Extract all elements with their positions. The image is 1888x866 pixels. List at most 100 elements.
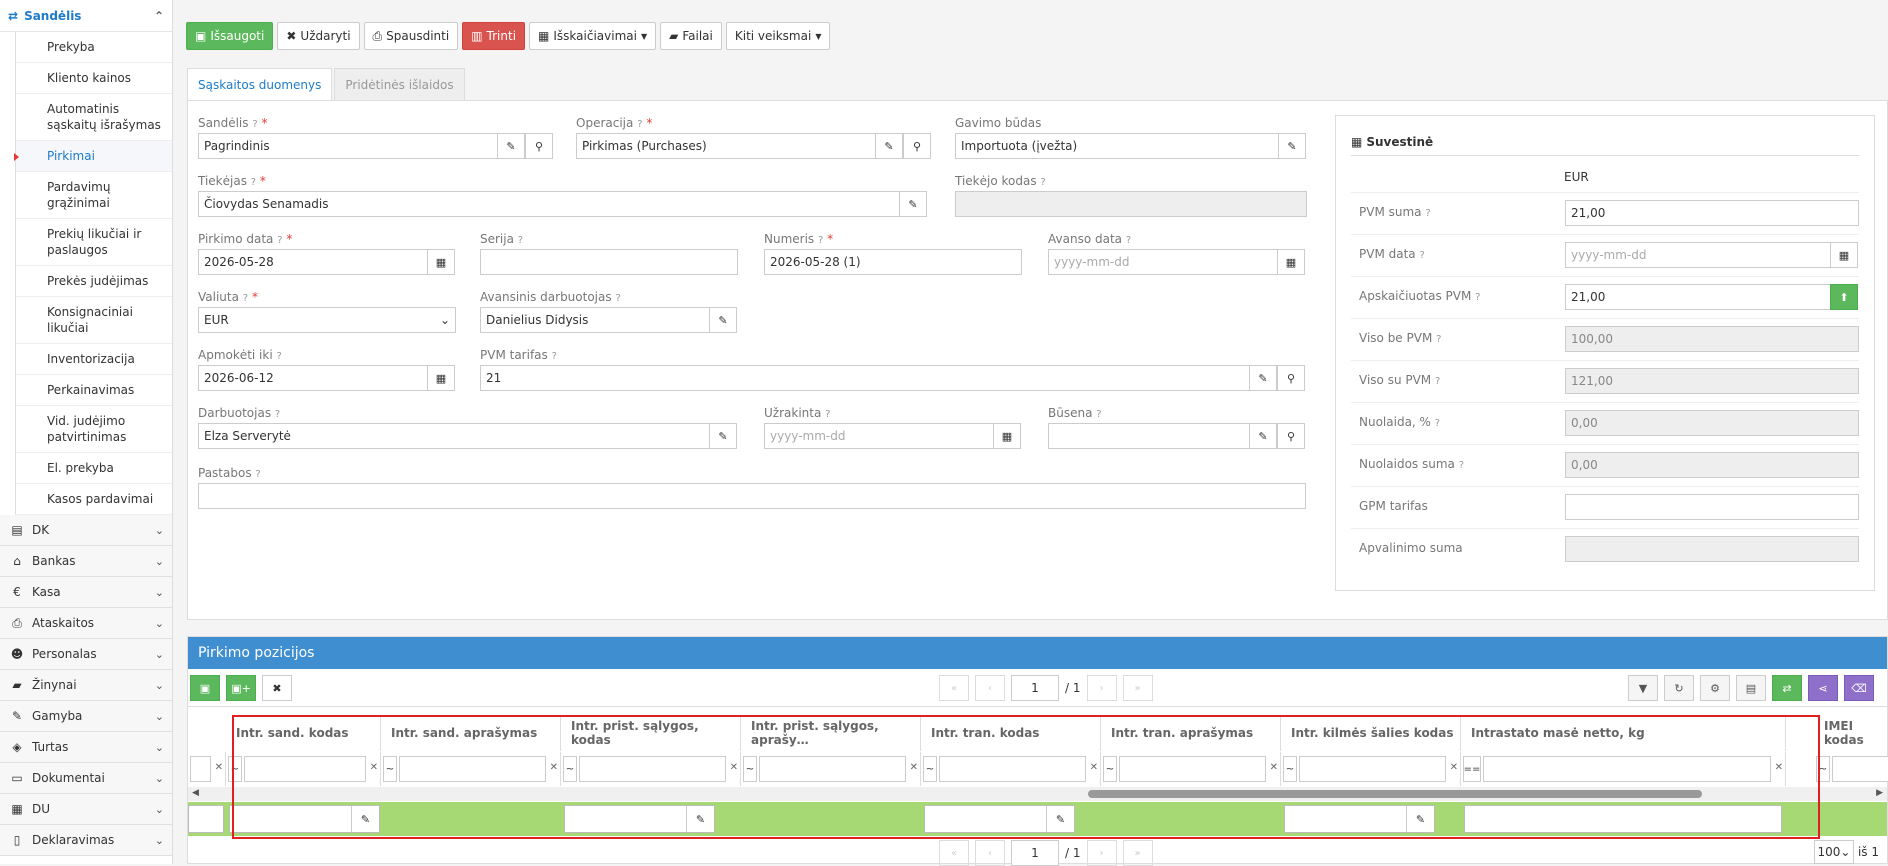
last-page-icon[interactable]: » [1122, 840, 1153, 866]
filter-operator[interactable]: ~ [383, 756, 397, 782]
filter-input[interactable] [579, 756, 726, 782]
scrollbar-thumb[interactable] [1088, 790, 1702, 798]
filter-input[interactable] [1483, 756, 1771, 782]
column-header-intr-tran-aprasymas[interactable]: Intr. tran. aprašymas [1101, 715, 1281, 751]
purchase-date-input[interactable]: 2026-05-28 ▦ [198, 249, 455, 275]
calculated-vat-input[interactable]: 21,00 ⬆ [1565, 284, 1858, 310]
supplier-input[interactable]: Čiovydas Senamadis ✎ [198, 191, 927, 217]
sidebar-item-prekiu-likuciai[interactable]: Prekių likučiai ir paslaugos [15, 219, 172, 266]
sidebar-item-kasa[interactable]: € Kasa ⌄ [0, 577, 172, 608]
sidebar-item-dk[interactable]: ▤ DK ⌄ [0, 515, 172, 546]
arrow-up-icon[interactable]: ⬆ [1830, 284, 1858, 310]
series-input[interactable] [480, 249, 738, 275]
tab-invoice-data[interactable]: Sąskaitos duomenys [187, 68, 333, 100]
filter-input[interactable] [939, 756, 1086, 782]
files-button[interactable]: ▰ Failai [660, 22, 722, 50]
column-header-intr-kilmes-kodas[interactable]: Intr. kilmės šalies kodas [1281, 715, 1461, 751]
sidebar-item-pirkimai[interactable]: Pirkimai [14, 141, 172, 172]
prev-page-icon[interactable]: ‹ [975, 675, 1005, 701]
sidebar-item-konsignaciniai[interactable]: Konsignaciniai likučiai [15, 297, 172, 344]
calendar-icon[interactable]: ▦ [993, 423, 1021, 449]
transfer-button[interactable]: ⇄ [1772, 675, 1802, 701]
first-page-icon[interactable]: « [939, 840, 969, 866]
edit-icon[interactable]: ✎ [899, 191, 927, 217]
employee-input[interactable]: Elza Serverytė ✎ [198, 423, 737, 449]
advance-date-input[interactable]: yyyy-mm-dd ▦ [1048, 249, 1305, 275]
sidebar-item-el-prekyba[interactable]: El. prekyba [15, 453, 172, 484]
save-button[interactable]: ▣ Išsaugoti [186, 22, 274, 50]
share-button[interactable]: ⋖ [1808, 675, 1838, 701]
pin-icon[interactable]: ⚲ [903, 133, 931, 159]
filter-input[interactable] [190, 756, 211, 782]
refresh-button[interactable]: ↻ [1664, 675, 1694, 701]
tab-additional-costs[interactable]: Pridėtinės išlaidos [334, 68, 465, 100]
pay-until-input[interactable]: 2026-06-12 ▦ [198, 365, 455, 391]
number-input[interactable]: 2026-05-28 (1) [764, 249, 1022, 275]
sidebar-item-prekyba[interactable]: Prekyba [15, 32, 172, 63]
column-header-intr-tran-kodas[interactable]: Intr. tran. kodas [921, 715, 1101, 751]
sidebar-item-perkainavimas[interactable]: Perkainavimas [15, 375, 172, 406]
edit-icon[interactable]: ✎ [709, 423, 737, 449]
sidebar-item-deklaravimas[interactable]: ▯ Deklaravimas ⌄ [0, 825, 172, 856]
clear-icon[interactable]: ✕ [1090, 762, 1098, 773]
filter-operator[interactable]: ~ [1103, 756, 1117, 782]
sidebar-item-turtas[interactable]: ◈ Turtas ⌄ [0, 732, 172, 763]
vat-sum-input[interactable]: 21,00 [1565, 200, 1859, 226]
cell-input[interactable]: ✎ [924, 805, 1075, 833]
clear-icon[interactable]: ✕ [1270, 762, 1278, 773]
other-actions-button[interactable]: Kiti veiksmai ▼ [725, 22, 831, 50]
filter-input[interactable] [1299, 756, 1446, 782]
column-header-intr-sand-kodas[interactable]: Intr. sand. kodas [226, 715, 381, 751]
sidebar-item-inventorizacija[interactable]: Inventorizacija [15, 344, 172, 375]
filter-button[interactable]: ▼ [1628, 675, 1658, 701]
vat-date-input[interactable]: yyyy-mm-dd ▦ [1565, 242, 1858, 268]
sidebar-item-zinynai[interactable]: ▰ Žinynai ⌄ [0, 670, 172, 701]
notes-input[interactable] [198, 483, 1306, 509]
eraser-button[interactable]: ⌫ [1844, 675, 1874, 701]
scroll-right-icon[interactable]: ▶ [1876, 788, 1883, 798]
filter-operator[interactable]: ~ [743, 756, 757, 782]
receipt-method-input[interactable]: Importuota (įvežta) ✎ [955, 133, 1306, 159]
filter-input[interactable] [399, 756, 546, 782]
table-row[interactable]: ✎ ✎ ✎ ✎ [188, 802, 1887, 836]
filter-operator[interactable]: ~ [563, 756, 577, 782]
clear-icon[interactable]: ✕ [730, 762, 738, 773]
page-number-input[interactable]: 1 [1011, 840, 1059, 866]
sidebar-item-vid-judejimo[interactable]: Vid. judėjimo patvirtinimas [15, 406, 172, 453]
edit-icon[interactable]: ✎ [1278, 133, 1306, 159]
edit-icon[interactable]: ✎ [875, 133, 903, 159]
pin-icon[interactable]: ⚲ [525, 133, 553, 159]
edit-icon[interactable]: ✎ [709, 307, 737, 333]
next-page-icon[interactable]: › [1086, 675, 1117, 701]
warehouse-input[interactable]: Pagrindinis ✎ ⚲ [198, 133, 553, 159]
clear-icon[interactable]: ✕ [550, 762, 558, 773]
filter-input[interactable] [1119, 756, 1266, 782]
filter-operator[interactable]: ~ [228, 756, 242, 782]
sidebar-item-pardavimu-grazinimai[interactable]: Pardavimų grąžinimai [15, 172, 172, 219]
edit-icon[interactable]: ✎ [351, 806, 379, 832]
sidebar-item-ataskaitos[interactable]: ⎙ Ataskaitos ⌄ [0, 608, 172, 639]
edit-icon[interactable]: ✎ [1249, 423, 1277, 449]
filter-operator[interactable]: == [1463, 756, 1481, 782]
column-header-imei-kodas[interactable]: IMEI kodas [1814, 715, 1888, 751]
clear-icon[interactable]: ✕ [1775, 762, 1783, 773]
filter-input[interactable] [244, 756, 366, 782]
edit-icon[interactable]: ✎ [1046, 806, 1074, 832]
close-button[interactable]: ✖ Uždaryti [277, 22, 360, 50]
calendar-icon[interactable]: ▦ [1830, 242, 1858, 268]
sidebar-item-automatinis-israsymas[interactable]: Automatinis sąskaitų išrašymas [15, 94, 172, 141]
grid-save-button[interactable]: ▣ [190, 675, 220, 701]
status-input[interactable]: ✎ ⚲ [1048, 423, 1305, 449]
column-header-intrastato-mase[interactable]: Intrastato masė netto, kg [1461, 715, 1786, 751]
column-header-intr-prist-aprasymas[interactable]: Intr. prist. sąlygos, aprašy… [741, 715, 921, 751]
sidebar-item-prekes-judejimas[interactable]: Prekės judėjimas [15, 266, 172, 297]
settings-button[interactable]: ⚙ [1700, 675, 1730, 701]
sidebar-item-gamyba[interactable]: ✎ Gamyba ⌄ [0, 701, 172, 732]
calendar-icon[interactable]: ▦ [427, 365, 455, 391]
filter-input[interactable] [1832, 756, 1888, 782]
sidebar-item-personalas[interactable]: ☻ Personalas ⌄ [0, 639, 172, 670]
grid-save-add-button[interactable]: ▣+ [226, 675, 256, 701]
clear-icon[interactable]: ✕ [910, 762, 918, 773]
page-number-input[interactable]: 1 [1011, 675, 1059, 701]
per-page-select[interactable]: 100 ⌄ [1813, 840, 1854, 864]
